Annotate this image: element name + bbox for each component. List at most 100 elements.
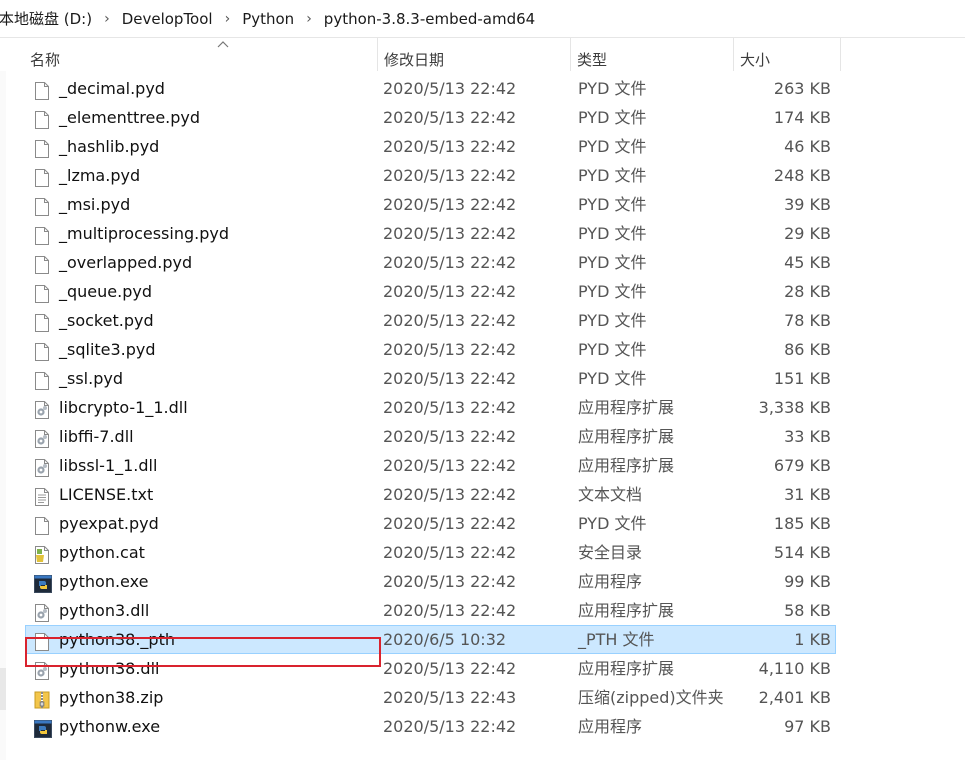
file-row[interactable]: _msi.pyd 2020/5/13 22:42 PYD 文件 39 KB — [25, 190, 836, 219]
file-row[interactable]: _sqlite3.pyd 2020/5/13 22:42 PYD 文件 86 KB — [25, 335, 836, 364]
file-modified-date: 2020/5/13 22:42 — [383, 282, 517, 301]
file-size: 78 KB — [784, 311, 831, 330]
file-type: PYD 文件 — [578, 311, 647, 330]
file-size: 263 KB — [773, 79, 831, 98]
file-row[interactable]: python38.zip 2020/5/13 22:43 压缩(zipped)文件夹… — [25, 683, 836, 712]
file-size: 28 KB — [784, 282, 831, 301]
blank-file-icon — [34, 342, 50, 361]
file-name: pyexpat.pyd — [59, 514, 159, 533]
chevron-right-icon[interactable]: › — [297, 11, 321, 27]
blank-file-icon — [34, 81, 50, 100]
file-row[interactable]: python.exe 2020/5/13 22:42 应用程序 99 KB — [25, 567, 836, 596]
file-size: 2,401 KB — [758, 688, 831, 707]
file-size: 3,338 KB — [758, 398, 831, 417]
file-name: _hashlib.pyd — [59, 137, 160, 156]
file-row[interactable]: _decimal.pyd 2020/5/13 22:42 PYD 文件 263 KB — [25, 74, 836, 103]
column-header-size[interactable]: 大小 — [733, 38, 841, 71]
file-row[interactable]: pythonw.exe 2020/5/13 22:42 应用程序 97 KB — [25, 712, 836, 741]
breadcrumb-item-embed-folder[interactable]: python-3.8.3-embed-amd64 — [321, 10, 538, 28]
file-row[interactable]: _hashlib.pyd 2020/5/13 22:42 PYD 文件 46 KB — [25, 132, 836, 161]
file-row[interactable]: libssl-1_1.dll 2020/5/13 22:42 应用程序扩展 679 K… — [25, 451, 836, 480]
file-modified-date: 2020/5/13 22:42 — [383, 456, 517, 475]
file-type: 应用程序扩展 — [578, 456, 675, 475]
column-header-date[interactable]: 修改日期 — [377, 38, 569, 71]
blank-file-icon — [34, 226, 50, 245]
file-row[interactable]: python.cat 2020/5/13 22:42 安全目录 514 KB — [25, 538, 836, 567]
file-modified-date: 2020/5/13 22:42 — [383, 369, 517, 388]
file-type: PYD 文件 — [578, 79, 647, 98]
breadcrumb-item-drive[interactable]: 本地磁盘 (D:) — [0, 8, 95, 29]
file-type: PYD 文件 — [578, 340, 647, 359]
breadcrumb-item-python[interactable]: Python — [239, 10, 297, 28]
python-exe-icon — [34, 574, 52, 593]
file-name: _queue.pyd — [59, 282, 152, 301]
dll-gear-icon — [34, 429, 50, 448]
column-header-name-label: 名称 — [30, 51, 61, 69]
file-type: 应用程序 — [578, 717, 643, 736]
dll-gear-icon — [34, 661, 50, 680]
file-modified-date: 2020/5/13 22:42 — [383, 224, 517, 243]
file-modified-date: 2020/6/5 10:32 — [383, 630, 507, 649]
file-name: python38._pth — [59, 630, 175, 649]
file-name: _lzma.pyd — [59, 166, 141, 185]
zip-folder-icon — [34, 690, 50, 709]
file-row[interactable]: _multiprocessing.pyd 2020/5/13 22:42 PYD 文… — [25, 219, 836, 248]
file-row[interactable]: LICENSE.txt 2020/5/13 22:42 文本文档 31 KB — [25, 480, 836, 509]
file-row[interactable]: _socket.pyd 2020/5/13 22:42 PYD 文件 78 KB — [25, 306, 836, 335]
file-row[interactable]: _lzma.pyd 2020/5/13 22:42 PYD 文件 248 KB — [25, 161, 836, 190]
column-header-date-label: 修改日期 — [384, 51, 445, 69]
blank-file-icon — [34, 255, 50, 274]
file-row-selected[interactable]: python38._pth 2020/6/5 10:32 _PTH 文件 1 KB — [25, 625, 836, 654]
file-type: 应用程序 — [578, 572, 643, 591]
file-modified-date: 2020/5/13 22:42 — [383, 137, 517, 156]
file-row[interactable]: libcrypto-1_1.dll 2020/5/13 22:42 应用程序扩展 3,… — [25, 393, 836, 422]
column-header-name[interactable]: 名称 — [24, 38, 376, 71]
file-type: PYD 文件 — [578, 224, 647, 243]
sort-ascending-icon — [217, 41, 229, 48]
file-row[interactable]: _overlapped.pyd 2020/5/13 22:42 PYD 文件 45 K… — [25, 248, 836, 277]
file-type: PYD 文件 — [578, 166, 647, 185]
file-name: pythonw.exe — [59, 717, 161, 736]
chevron-right-icon[interactable]: › — [95, 11, 119, 27]
file-modified-date: 2020/5/13 22:42 — [383, 253, 517, 272]
file-name: python3.dll — [59, 601, 150, 620]
security-catalog-icon — [34, 545, 50, 564]
file-row[interactable]: pyexpat.pyd 2020/5/13 22:42 PYD 文件 185 KB — [25, 509, 836, 538]
text-file-icon — [34, 487, 50, 506]
file-modified-date: 2020/5/13 22:42 — [383, 340, 517, 359]
blank-file-icon — [34, 197, 50, 216]
file-row[interactable]: python3.dll 2020/5/13 22:42 应用程序扩展 58 KB — [25, 596, 836, 625]
file-name: _decimal.pyd — [59, 79, 165, 98]
file-type: PYD 文件 — [578, 137, 647, 156]
file-name: python38.dll — [59, 659, 160, 678]
file-modified-date: 2020/5/13 22:43 — [383, 688, 517, 707]
dll-gear-icon — [34, 603, 50, 622]
file-modified-date: 2020/5/13 22:42 — [383, 311, 517, 330]
column-header-size-label: 大小 — [740, 51, 771, 69]
file-size: 97 KB — [784, 717, 831, 736]
file-modified-date: 2020/5/13 22:42 — [383, 195, 517, 214]
file-modified-date: 2020/5/13 22:42 — [383, 485, 517, 504]
file-name: _socket.pyd — [59, 311, 154, 330]
file-modified-date: 2020/5/13 22:42 — [383, 108, 517, 127]
file-size: 31 KB — [784, 485, 831, 504]
file-row[interactable]: python38.dll 2020/5/13 22:42 应用程序扩展 4,110 K… — [25, 654, 836, 683]
file-row[interactable]: _ssl.pyd 2020/5/13 22:42 PYD 文件 151 KB — [25, 364, 836, 393]
file-type: 文本文档 — [578, 485, 643, 504]
file-size: 514 KB — [773, 543, 831, 562]
file-row[interactable]: _queue.pyd 2020/5/13 22:42 PYD 文件 28 KB — [25, 277, 836, 306]
blank-file-icon — [34, 313, 50, 332]
breadcrumb-item-developtool[interactable]: DevelopTool — [119, 10, 216, 28]
file-row[interactable]: _elementtree.pyd 2020/5/13 22:42 PYD 文件 174… — [25, 103, 836, 132]
file-name: _msi.pyd — [59, 195, 131, 214]
column-header-type[interactable]: 类型 — [570, 38, 732, 71]
chevron-right-icon[interactable]: › — [216, 11, 240, 27]
file-type: 压缩(zipped)文件夹 — [578, 688, 724, 707]
file-name: _overlapped.pyd — [59, 253, 193, 272]
file-modified-date: 2020/5/13 22:42 — [383, 543, 517, 562]
file-type: PYD 文件 — [578, 282, 647, 301]
file-row[interactable]: libffi-7.dll 2020/5/13 22:42 应用程序扩展 33 KB — [25, 422, 836, 451]
file-name: _ssl.pyd — [59, 369, 123, 388]
blank-file-icon — [34, 516, 50, 535]
file-type: 应用程序扩展 — [578, 398, 675, 417]
